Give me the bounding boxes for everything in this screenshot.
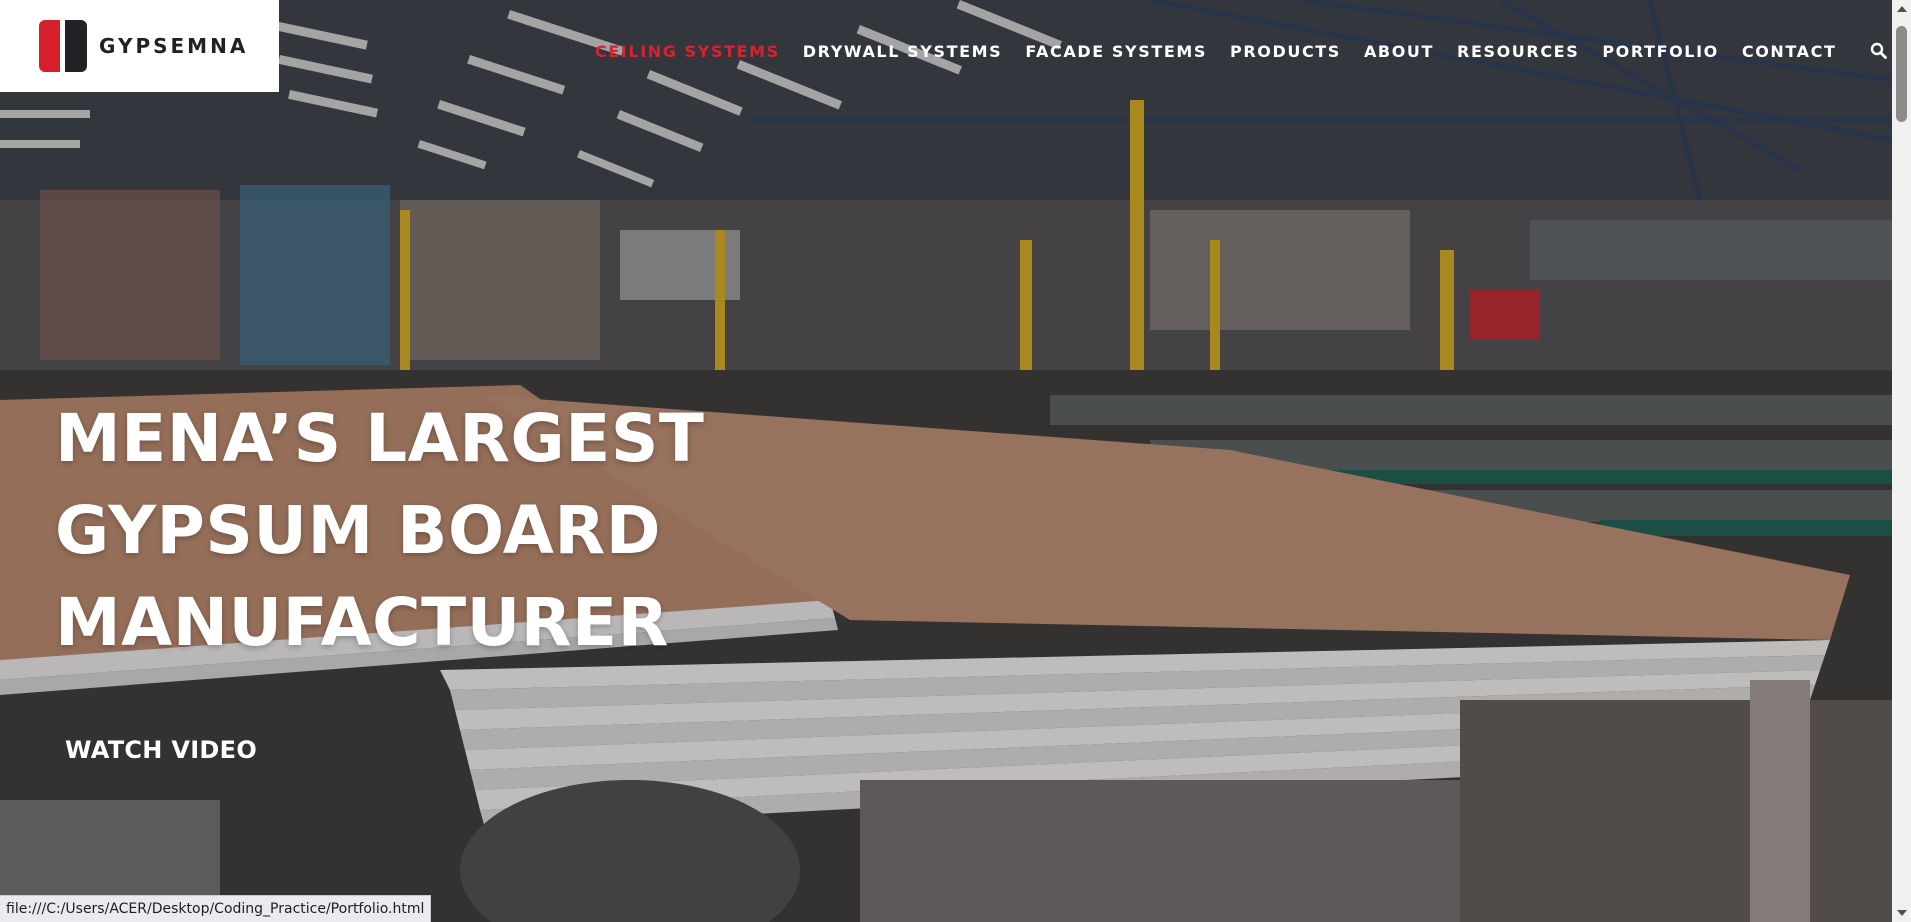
page: GYPSEMNA CEILING SYSTEMS DRYWALL SYSTEMS… [0,0,1911,922]
hero-headline-line: MANUFACTURER [55,584,669,661]
main-navigation: CEILING SYSTEMS DRYWALL SYSTEMS FACADE S… [595,40,1911,62]
watch-video-button[interactable]: WATCH VIDEO [65,736,257,764]
nav-item-facade-systems[interactable]: FACADE SYSTEMS [1025,42,1207,61]
browser-status-bar-url: file:///C:/Users/ACER/Desktop/Coding_Pra… [0,895,432,922]
hero-headline-line: MENA’S LARGEST [55,400,705,477]
hero-headline-line: GYPSUM BOARD [55,492,661,569]
nav-item-ceiling-systems[interactable]: CEILING SYSTEMS [595,42,780,61]
nav-item-resources[interactable]: RESOURCES [1457,42,1579,61]
logo-mark-icon [39,20,87,72]
hero-headline: MENA’S LARGEST GYPSUM BOARD MANUFACTURER [55,393,704,669]
nav-item-drywall-systems[interactable]: DRYWALL SYSTEMS [803,42,1003,61]
vertical-scrollbar[interactable] [1892,0,1911,922]
nav-item-products[interactable]: PRODUCTS [1230,42,1341,61]
logo-text: GYPSEMNA [99,34,249,58]
scroll-down-arrow-icon[interactable] [1897,910,1907,916]
search-icon[interactable] [1870,42,1888,60]
nav-item-about[interactable]: ABOUT [1364,42,1434,61]
logo[interactable]: GYPSEMNA [0,0,279,92]
nav-item-contact[interactable]: CONTACT [1742,42,1837,61]
scroll-up-arrow-icon[interactable] [1897,6,1907,12]
scrollbar-thumb[interactable] [1896,26,1907,122]
nav-item-portfolio[interactable]: PORTFOLIO [1602,42,1719,61]
